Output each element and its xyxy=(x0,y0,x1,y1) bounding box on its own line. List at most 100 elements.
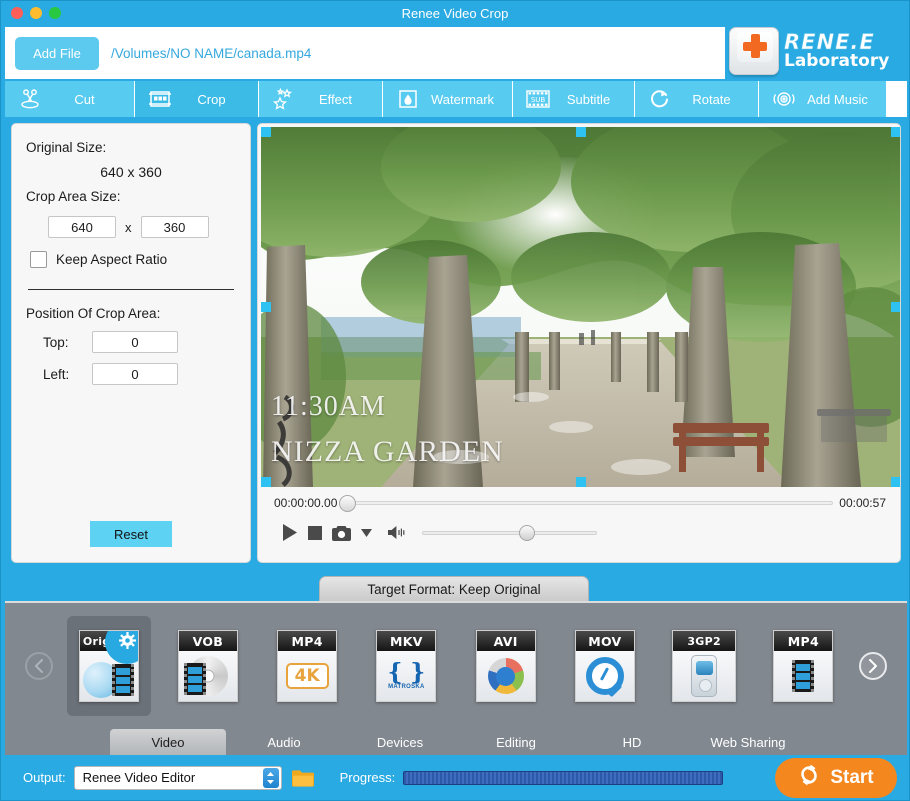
refresh-cycle-icon xyxy=(798,763,820,792)
crop-handle-bottom-center[interactable] xyxy=(576,477,586,487)
crop-handle-bottom-left[interactable] xyxy=(261,477,271,487)
target-format-tab[interactable]: Target Format: Keep Original xyxy=(319,576,589,602)
start-button[interactable]: Start xyxy=(775,757,897,798)
crop-frame-icon xyxy=(145,87,175,111)
chevron-right-icon[interactable] xyxy=(859,652,887,680)
stars-icon xyxy=(269,87,299,111)
output-bar: Output: Renee Video Editor Progress: Sta… xyxy=(5,755,907,800)
format-art-mp4-4k: 4K xyxy=(278,651,337,701)
window-controls[interactable] xyxy=(11,7,61,19)
tab-rotate[interactable]: Rotate xyxy=(635,81,759,117)
watermark-drop-icon xyxy=(393,87,423,111)
format-item-mp4[interactable]: MP4 xyxy=(761,616,845,716)
format-item-3gp2[interactable]: 3GP2 xyxy=(662,616,746,716)
format-label-mov: MOV xyxy=(575,631,634,651)
seek-slider[interactable] xyxy=(339,495,834,512)
keep-aspect-ratio-row[interactable]: Keep Aspect Ratio xyxy=(26,251,236,268)
film-strip-icon xyxy=(792,660,815,692)
category-tab-editing[interactable]: Editing xyxy=(458,729,574,755)
brand-logo: RENE.E Laboratory xyxy=(725,19,907,83)
add-file-button[interactable]: Add File xyxy=(15,36,99,70)
category-tab-audio[interactable]: Audio xyxy=(226,729,342,755)
position-of-crop-area-label: Position Of Crop Area: xyxy=(26,306,161,321)
camera-icon[interactable] xyxy=(332,525,351,541)
format-settings-badge[interactable] xyxy=(104,631,138,664)
category-tab-web-sharing[interactable]: Web Sharing xyxy=(690,729,806,755)
format-art-vob xyxy=(178,651,237,701)
original-size-label: Original Size: xyxy=(26,140,107,155)
category-spacer xyxy=(5,729,110,755)
tab-crop[interactable]: Crop xyxy=(135,81,259,117)
crop-handle-middle-right[interactable] xyxy=(891,302,900,312)
crop-top-input[interactable]: 0 xyxy=(92,331,178,353)
crop-handle-middle-left[interactable] xyxy=(261,302,271,312)
audio-waves-icon xyxy=(769,87,799,111)
tab-effect[interactable]: Effect xyxy=(259,81,383,117)
keep-aspect-ratio-checkbox[interactable] xyxy=(30,251,47,268)
crop-handle-top-right[interactable] xyxy=(891,127,900,137)
format-art-avi xyxy=(476,651,535,701)
original-size-value: 640 x 360 xyxy=(100,164,162,180)
format-label-3gp2: 3GP2 xyxy=(673,631,736,651)
category-tab-hd[interactable]: HD xyxy=(574,729,690,755)
tab-cut[interactable]: Cut xyxy=(5,81,135,117)
speaker-icon[interactable] xyxy=(388,525,406,540)
format-art-mkv: { } MATROŠKA xyxy=(377,651,436,701)
crop-handle-bottom-right[interactable] xyxy=(891,477,900,487)
subtitle-film-icon: SUB xyxy=(523,87,553,111)
4k-badge: 4K xyxy=(285,663,329,689)
folder-icon[interactable] xyxy=(291,769,314,787)
tab-subtitle[interactable]: SUB Subtitle xyxy=(513,81,635,117)
zoom-button[interactable] xyxy=(49,7,61,19)
category-tab-video[interactable]: Video xyxy=(110,729,226,755)
progress-bar xyxy=(403,770,724,785)
volume-slider[interactable] xyxy=(422,524,597,541)
seek-slider-handle[interactable] xyxy=(339,495,357,512)
crop-left-input[interactable]: 0 xyxy=(92,363,178,385)
brand-subtitle: Laboratory xyxy=(784,51,890,72)
format-item-mkv[interactable]: MKV { } MATROŠKA xyxy=(364,616,448,716)
format-label-avi: AVI xyxy=(476,631,535,651)
scissors-icon xyxy=(15,87,45,111)
crop-height-input[interactable]: 360 xyxy=(140,216,209,238)
play-icon[interactable] xyxy=(282,524,298,541)
tab-add-music[interactable]: Add Music xyxy=(759,81,886,117)
format-item-avi[interactable]: AVI xyxy=(464,616,548,716)
seek-row: 00:00:00.00 00:00:57 xyxy=(274,495,886,512)
output-select[interactable]: Renee Video Editor xyxy=(73,765,282,790)
reset-button[interactable]: Reset xyxy=(90,521,172,547)
format-item-original[interactable]: Original xyxy=(66,616,151,716)
format-strip: Original VOB MP4 4K MKV {} MATROŠKA AVI… xyxy=(5,601,907,729)
stop-icon[interactable] xyxy=(308,525,322,540)
file-path-text: /Volumes/NO NAME/canada.mp4 xyxy=(111,45,312,61)
chevron-left-icon[interactable] xyxy=(25,652,53,680)
category-tabbar: Video Audio Devices Editing HD Web Shari… xyxy=(5,729,907,755)
minimize-button[interactable] xyxy=(30,7,42,19)
film-strip-icon xyxy=(111,664,134,696)
crop-handle-top-center[interactable] xyxy=(576,127,586,137)
tab-watermark[interactable]: Watermark xyxy=(383,81,513,117)
format-label-mp4: MP4 xyxy=(774,631,833,651)
crop-width-input[interactable]: 640 xyxy=(48,216,116,238)
gear-icon xyxy=(118,632,136,649)
main-content: Original Size: 640 x 360 Crop Area Size:… xyxy=(5,117,907,567)
total-time-label: 00:00:57 xyxy=(839,496,886,510)
chevron-down-icon[interactable] xyxy=(361,528,372,537)
format-item-vob[interactable]: VOB xyxy=(166,616,250,716)
video-canvas[interactable]: 11:30AM NIZZA GARDEN xyxy=(261,127,900,487)
volume-slider-handle[interactable] xyxy=(519,524,535,541)
medical-cross-icon xyxy=(743,34,767,58)
svg-text:SUB: SUB xyxy=(531,96,546,104)
video-preview-panel: 11:30AM NIZZA GARDEN 00:00:00.00 00:00:5 xyxy=(257,123,901,563)
format-list: Original VOB MP4 4K MKV {} MATROŠKA AVI… xyxy=(59,616,853,716)
format-label-mp4-4k: MP4 xyxy=(278,631,337,651)
format-art-3gp2 xyxy=(673,651,736,701)
format-item-mov[interactable]: MOV xyxy=(563,616,647,716)
tab-watermark-label: Watermark xyxy=(430,91,495,107)
category-tab-devices[interactable]: Devices xyxy=(342,729,458,755)
crop-handle-top-left[interactable] xyxy=(261,127,271,137)
format-item-mp4-4k[interactable]: MP4 4K xyxy=(265,616,349,716)
stepper-icon[interactable] xyxy=(262,767,279,788)
close-button[interactable] xyxy=(11,7,23,19)
keep-aspect-ratio-label: Keep Aspect Ratio xyxy=(56,252,168,267)
